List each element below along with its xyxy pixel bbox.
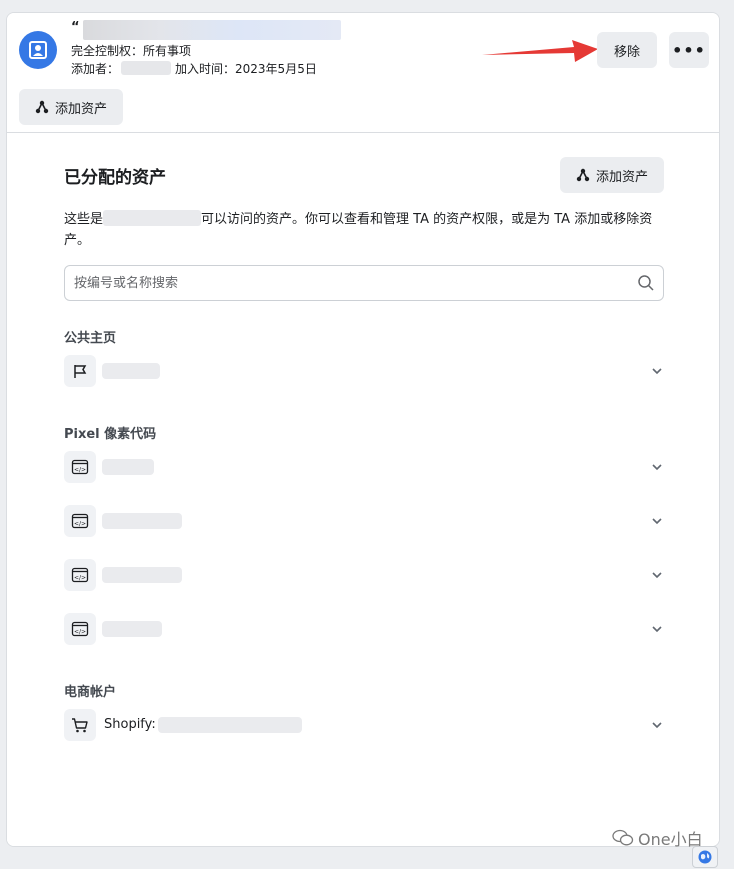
asset-row-pixel[interactable]: </> xyxy=(64,612,664,646)
control-level: 完全控制权：所有事项 xyxy=(71,44,192,58)
asset-row-pixel[interactable]: </> xyxy=(64,450,664,484)
group-label-pixel: Pixel 像素代码 xyxy=(64,427,157,442)
red-arrow-annotation xyxy=(482,40,598,62)
more-icon: ••• xyxy=(672,40,706,60)
search-input[interactable] xyxy=(65,266,625,300)
member-header: “ 完全控制权：所有事项 添加者： 加入时间：2023年5月5日 移除 ••• 添… xyxy=(7,13,719,133)
code-window-icon: </> xyxy=(64,505,96,537)
user-name-redacted xyxy=(83,20,341,40)
shopify-label: Shopify: xyxy=(104,717,156,732)
more-options-button[interactable]: ••• xyxy=(669,32,709,68)
share-nodes-icon xyxy=(576,168,590,182)
user-name: “ xyxy=(71,20,80,35)
code-window-icon: </> xyxy=(64,613,96,645)
chevron-down-icon[interactable] xyxy=(650,568,664,582)
code-window-icon: </> xyxy=(64,451,96,483)
user-badge-icon xyxy=(19,31,57,69)
chevron-down-icon[interactable] xyxy=(650,514,664,528)
remove-button[interactable]: 移除 xyxy=(597,32,657,68)
asset-name-redacted xyxy=(102,459,154,475)
asset-name-redacted xyxy=(102,363,160,379)
remove-button-label: 移除 xyxy=(613,44,640,60)
chevron-down-icon[interactable] xyxy=(650,718,664,732)
svg-text:</>: </> xyxy=(74,575,86,582)
member-card: “ 完全控制权：所有事项 添加者： 加入时间：2023年5月5日 移除 ••• 添… xyxy=(6,12,720,847)
asset-row-pixel[interactable]: </> xyxy=(64,504,664,538)
code-window-icon: </> xyxy=(64,559,96,591)
watermark: One小白 xyxy=(612,826,703,850)
added-by-label: 添加者： xyxy=(71,62,120,76)
chevron-down-icon[interactable] xyxy=(650,460,664,474)
group-label-pages: 公共主页 xyxy=(64,331,117,346)
add-asset-label: 添加资产 xyxy=(595,169,648,185)
asset-name-redacted xyxy=(102,567,182,583)
asset-row-page[interactable] xyxy=(64,354,664,388)
asset-name-redacted xyxy=(102,621,162,637)
share-nodes-icon xyxy=(35,100,49,114)
svg-text:</>: </> xyxy=(74,467,86,474)
svg-text:</>: </> xyxy=(74,521,86,528)
flag-icon xyxy=(64,355,96,387)
desc-prefix: 这些是 xyxy=(64,212,104,227)
asset-name-redacted xyxy=(158,717,302,733)
add-asset-button[interactable]: 添加资产 xyxy=(560,157,664,193)
asset-row-pixel[interactable]: </> xyxy=(64,558,664,592)
add-asset-button-header[interactable]: 添加资产 xyxy=(19,89,123,125)
svg-text:</>: </> xyxy=(74,629,86,636)
member-name-redacted xyxy=(103,210,202,226)
joined-date: 加入时间：2023年5月5日 xyxy=(175,62,317,76)
asset-name-redacted xyxy=(102,513,182,529)
search-box xyxy=(64,265,664,301)
chevron-down-icon[interactable] xyxy=(650,622,664,636)
section-description: 这些是 可以访问的资产。你可以查看和管理 TA 的资产权限，或是为 TA 添加或移… xyxy=(64,209,664,251)
globe-icon[interactable] xyxy=(692,846,718,868)
assigned-assets-panel: 已分配的资产 添加资产 这些是 可以访问的资产。你可以查看和管理 TA 的资产权限… xyxy=(7,133,719,846)
wechat-icon xyxy=(612,829,634,846)
group-label-commerce: 电商帐户 xyxy=(64,685,117,700)
cart-icon xyxy=(64,709,96,741)
chevron-down-icon[interactable] xyxy=(650,364,664,378)
section-title: 已分配的资产 xyxy=(64,168,166,188)
added-info: 添加者： 加入时间：2023年5月5日 xyxy=(71,61,317,77)
asset-row-commerce[interactable]: Shopify: xyxy=(64,708,664,742)
added-by-redacted xyxy=(121,61,172,75)
search-icon[interactable] xyxy=(637,274,655,292)
add-asset-label: 添加资产 xyxy=(54,101,107,117)
